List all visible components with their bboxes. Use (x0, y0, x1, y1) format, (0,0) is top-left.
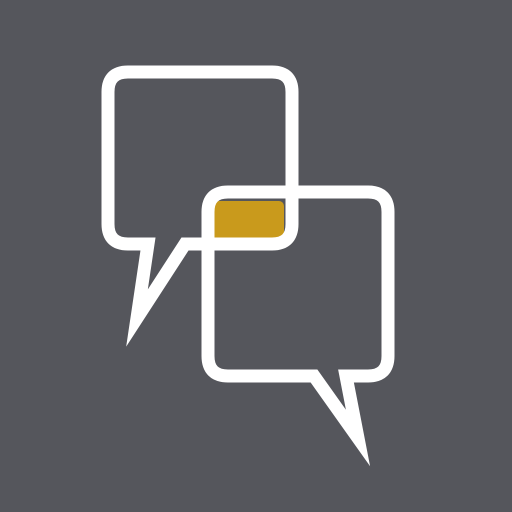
chat-bubbles-icon (0, 0, 512, 512)
app-icon (0, 0, 512, 512)
overlap-accent (214, 201, 284, 243)
